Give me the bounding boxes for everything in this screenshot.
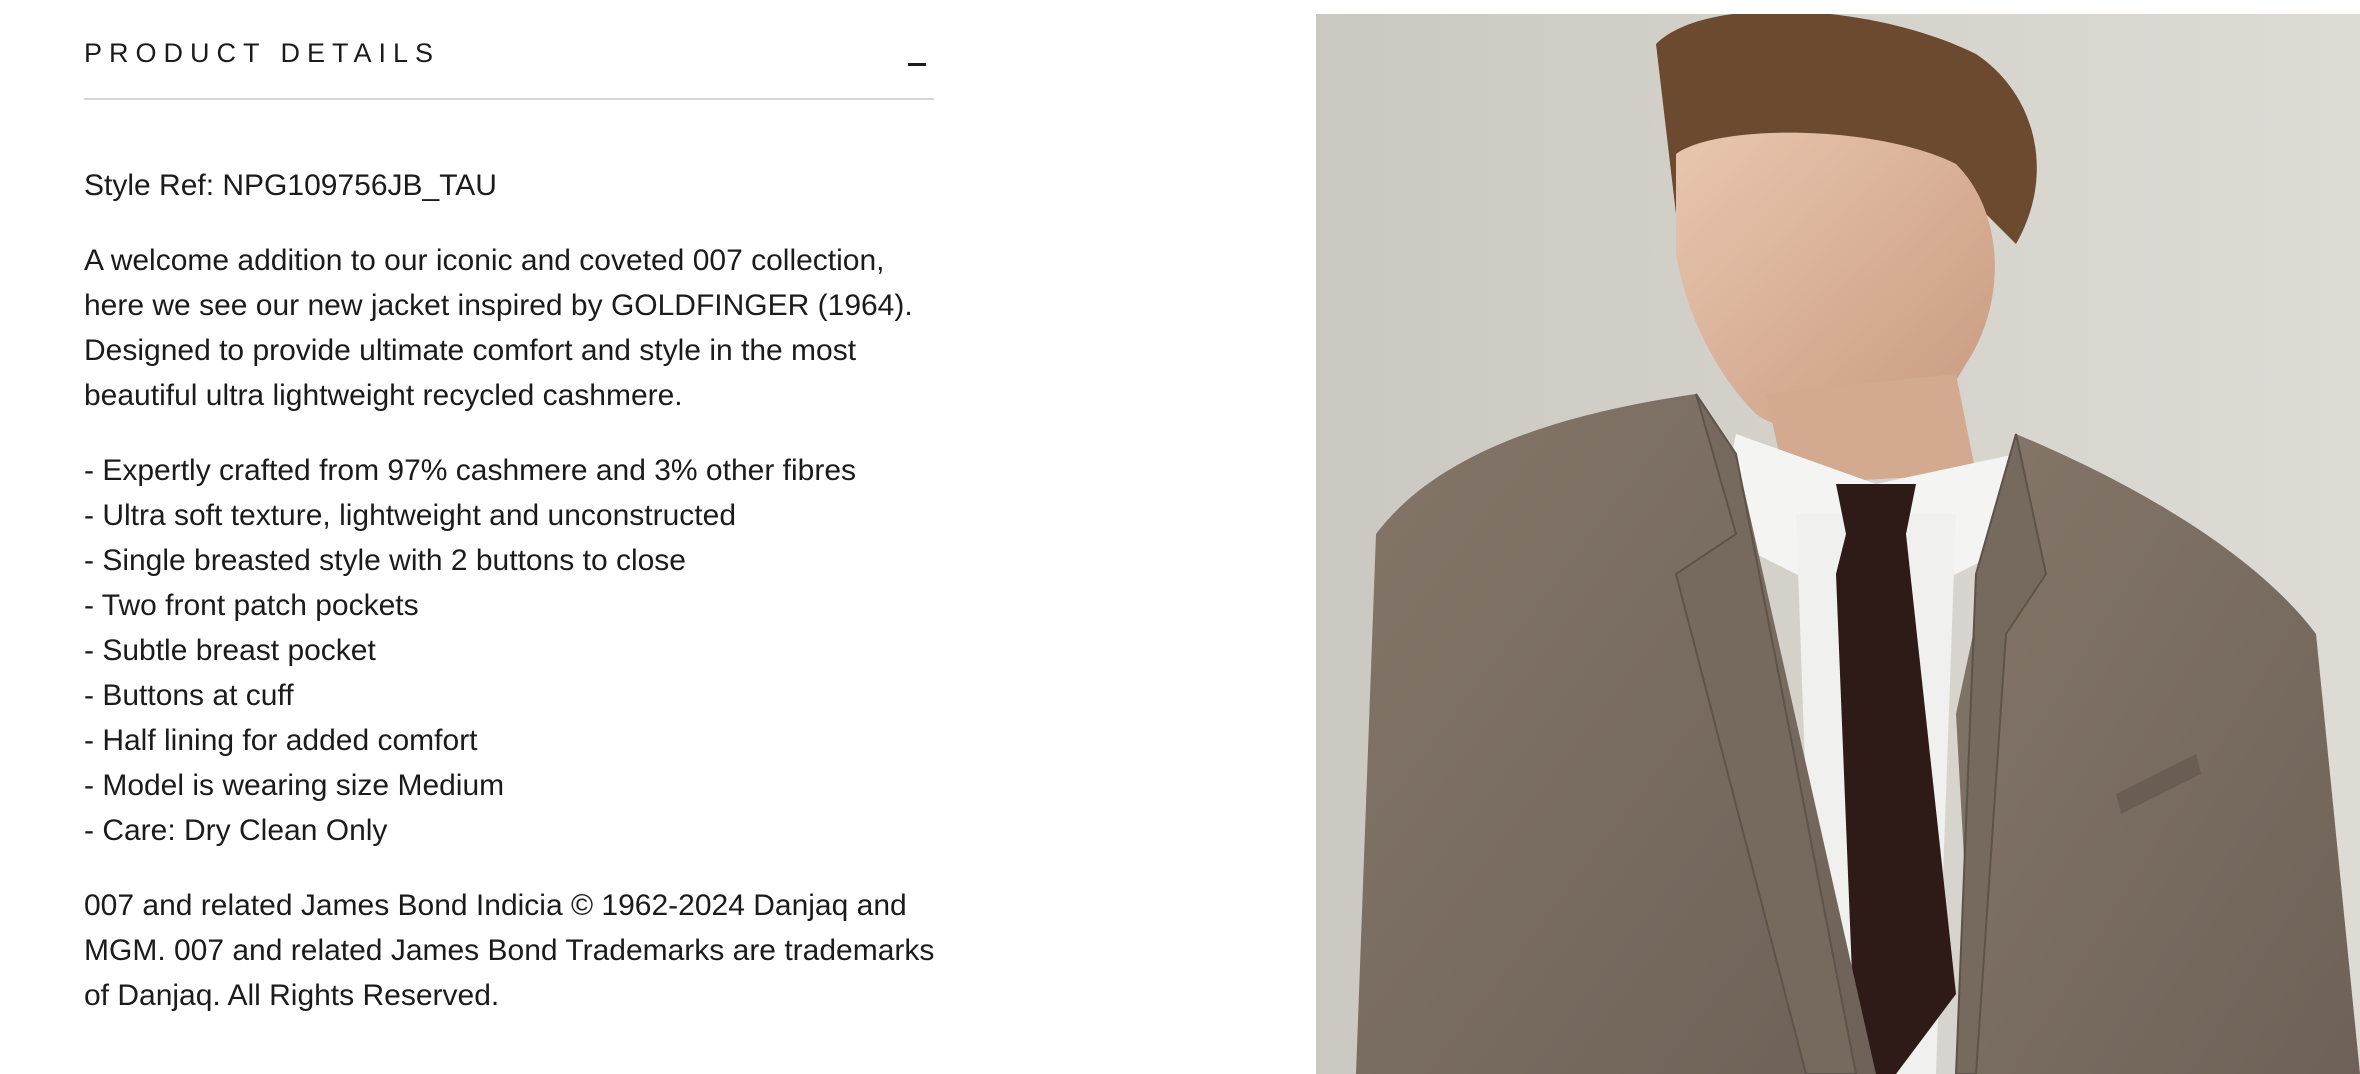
minus-icon [908, 63, 926, 66]
collapse-toggle-button[interactable] [906, 40, 930, 70]
feature-item: - Care: Dry Clean Only [84, 814, 388, 847]
product-details-title: PRODUCT DETAILS [84, 38, 441, 68]
feature-item: - Buttons at cuff [84, 679, 294, 712]
feature-item: - Single breasted style with 2 buttons t… [84, 544, 686, 577]
feature-list: - Expertly crafted from 97% cashmere and… [84, 448, 934, 853]
feature-item: - Expertly crafted from 97% cashmere and… [84, 454, 857, 487]
product-details-panel: PRODUCT DETAILS Style Ref: NPG109756JB_T… [84, 0, 934, 1018]
feature-item: - Half lining for added comfort [84, 724, 478, 757]
feature-item: - Model is wearing size Medium [84, 769, 505, 802]
feature-item: - Subtle breast pocket [84, 634, 376, 667]
product-details-page: PRODUCT DETAILS Style Ref: NPG109756JB_T… [0, 0, 2360, 1074]
style-reference: Style Ref: NPG109756JB_TAU [84, 169, 497, 202]
model-illustration [1316, 14, 2360, 1074]
product-description: A welcome addition to our iconic and cov… [84, 244, 913, 412]
product-model-image[interactable] [1316, 14, 2360, 1074]
feature-item: - Ultra soft texture, lightweight and un… [84, 499, 737, 532]
feature-item: - Two front patch pockets [84, 589, 419, 622]
product-details-accordion-header[interactable]: PRODUCT DETAILS [84, 0, 934, 100]
legal-notice: 007 and related James Bond Indicia © 196… [84, 889, 935, 1012]
